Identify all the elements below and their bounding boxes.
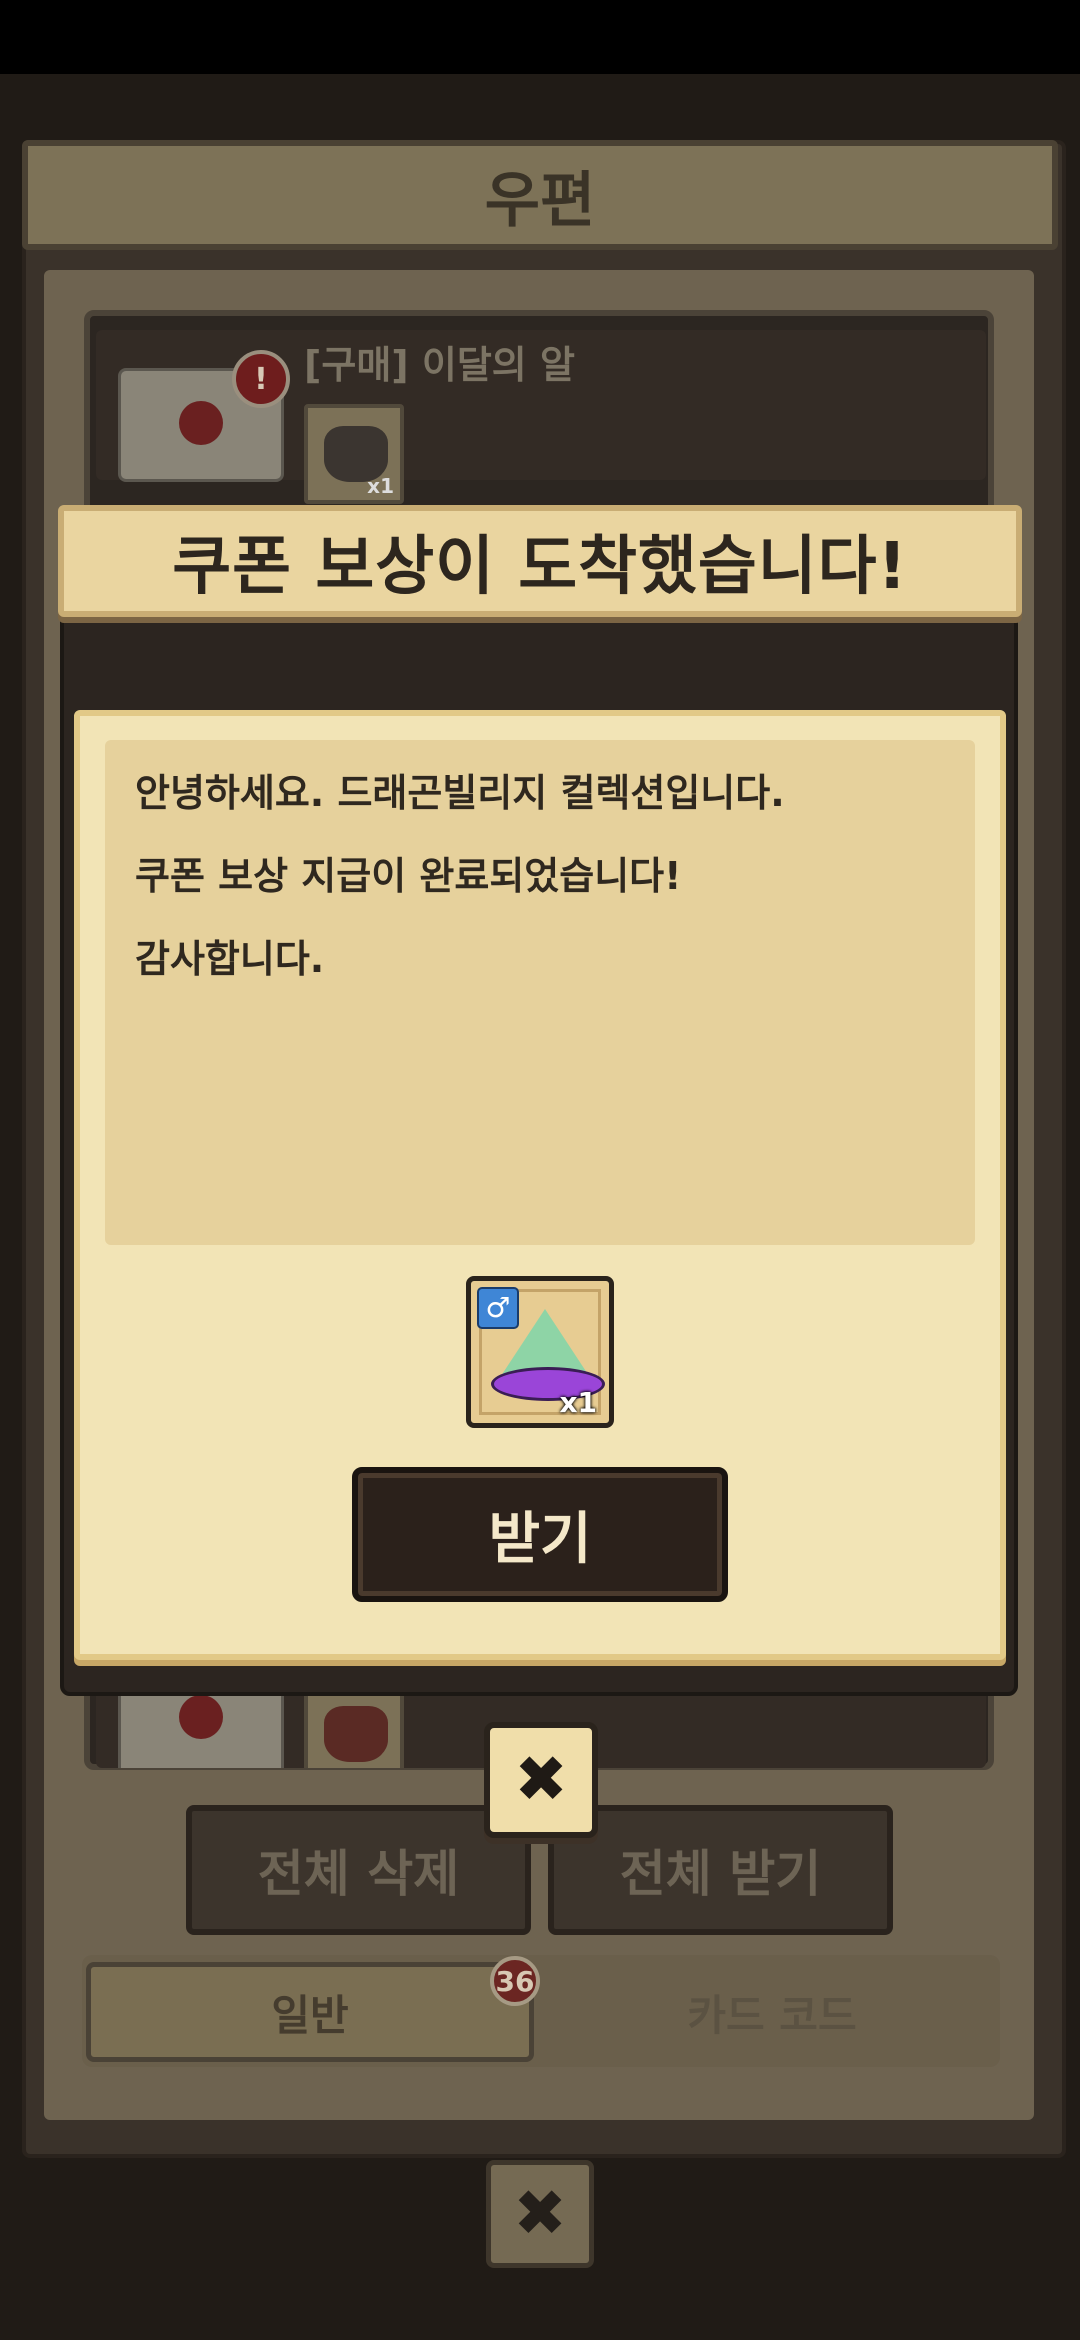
receive-all-button[interactable]: 전체 받기 [548,1805,893,1935]
close-icon: ✖ [513,2177,567,2251]
popup-header: 쿠폰 보상이 도착했습니다! [58,505,1022,617]
close-icon: ✖ [514,1743,568,1817]
alert-icon: ! [232,350,290,408]
mail-title: [구매] 이달의 알 [304,343,575,387]
general-count-badge: 36 [490,1956,540,2006]
mailbox-title-bar: 우편 [22,140,1058,250]
reward-quantity: x1 [559,1386,597,1419]
message-line: 쿠폰 보상 지급이 완료되었습니다! [135,854,682,898]
delete-all-button[interactable]: 전체 삭제 [186,1805,531,1935]
mail-item-thumbnail [304,1690,404,1768]
mailbox-title: 우편 [484,165,596,236]
envelope-icon [118,1690,284,1768]
mail-item-thumbnail: x1 [304,404,404,504]
reward-item-slot[interactable]: ♂ x1 [466,1276,614,1428]
message-line: 안녕하세요. 드래곤빌리지 컬렉션입니다. [135,771,785,815]
dragon-egg-icon [324,1706,388,1762]
tab-general[interactable]: 일반 [86,1962,534,2062]
receive-button[interactable]: 받기 [352,1467,728,1602]
popup-title: 쿠폰 보상이 도착했습니다! [172,530,908,604]
mail-list-item[interactable]: ! [구매] 이달의 알 x1 [96,330,986,504]
status-bar [0,0,1080,74]
item-quantity: x1 [367,474,394,498]
popup-close-button[interactable]: ✖ [484,1722,598,1838]
mailbox-close-button[interactable]: ✖ [486,2160,594,2268]
message-line: 감사합니다. [135,937,325,981]
tab-card-code[interactable]: 카드 코드 [548,1962,996,2062]
